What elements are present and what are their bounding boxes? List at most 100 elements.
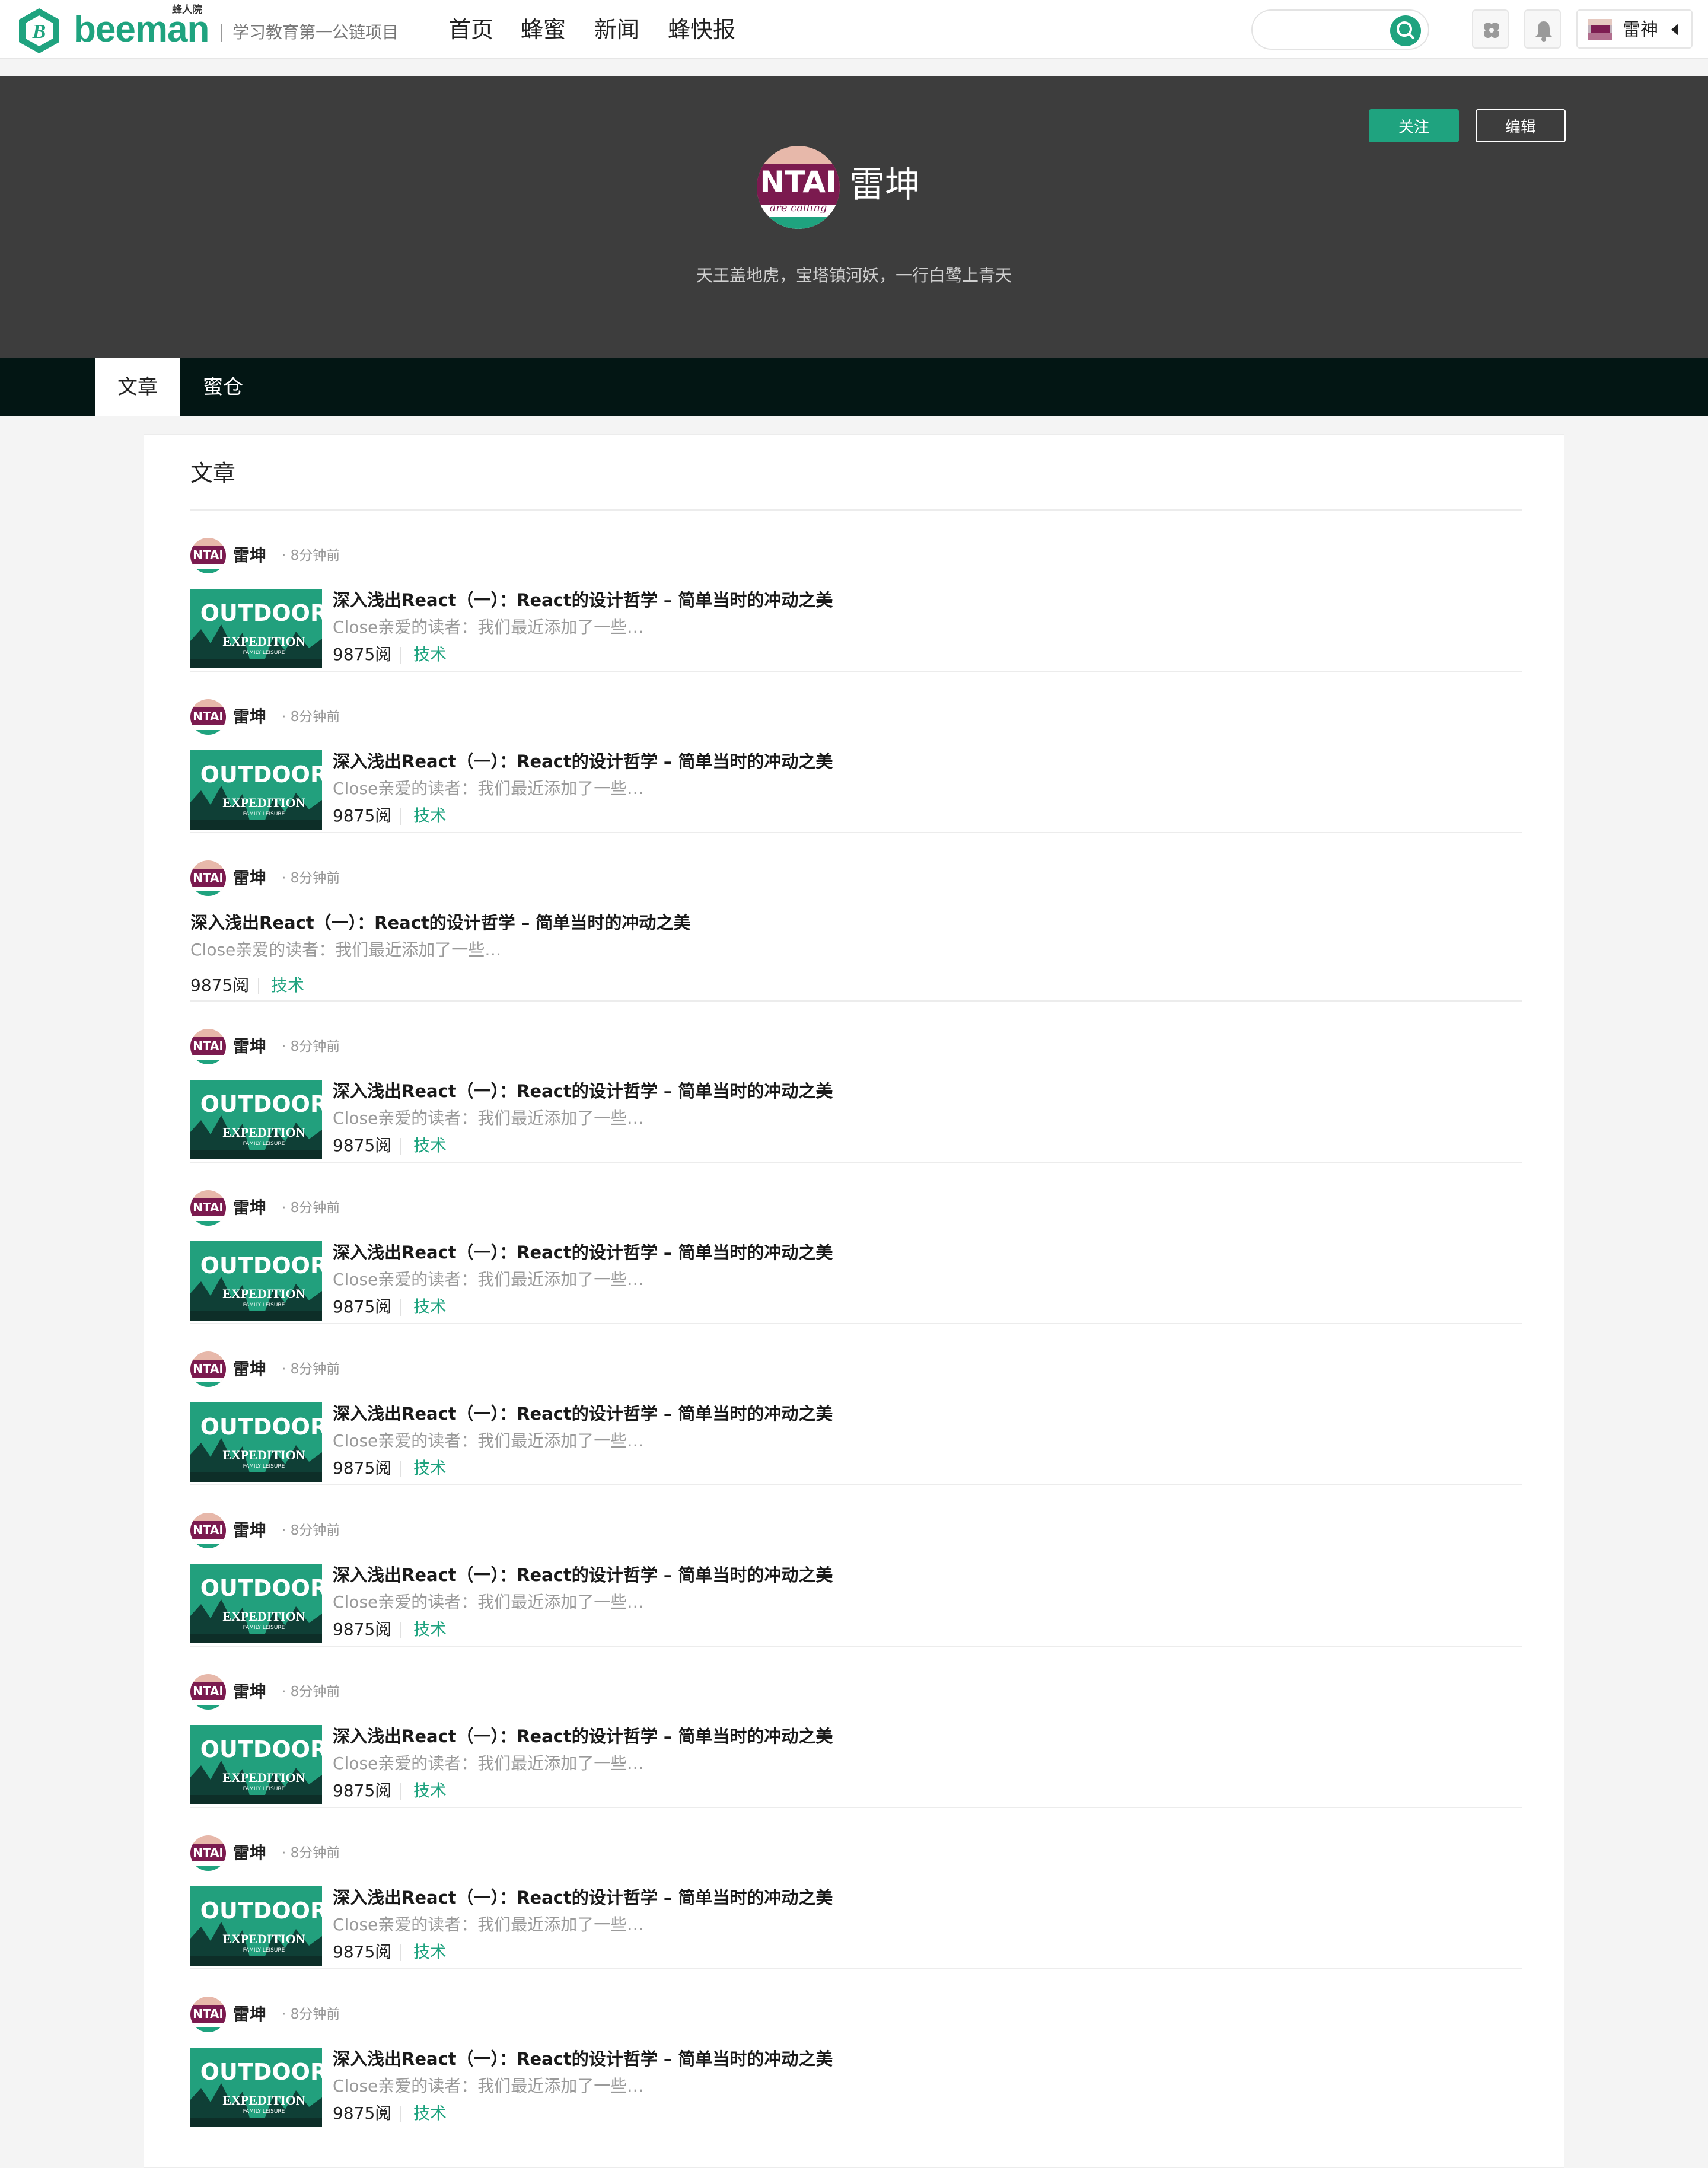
svg-text:OUTDOOR: OUTDOOR <box>200 1091 322 1117</box>
tab-articles[interactable]: 文章 <box>95 358 180 416</box>
author-avatar[interactable]: NTAI <box>190 1190 226 1226</box>
author-name[interactable]: 雷坤 <box>233 2004 266 2025</box>
author-name[interactable]: 雷坤 <box>233 706 266 728</box>
profile-tabbar: 文章 蜜仓 <box>0 358 1708 416</box>
svg-text:FAMILY LEISURE: FAMILY LEISURE <box>243 1141 285 1147</box>
article-item[interactable]: NTAI 雷坤 · 8分钟前 OUTDOOR EXPEDITION FAMILY… <box>190 1997 1522 2131</box>
svg-text:B: B <box>32 21 46 43</box>
post-time: · 8分钟前 <box>282 1684 340 1700</box>
author-avatar[interactable]: NTAI <box>190 538 226 573</box>
svg-text:EXPEDITION: EXPEDITION <box>222 634 305 649</box>
svg-text:FAMILY LEISURE: FAMILY LEISURE <box>243 650 285 656</box>
article-excerpt: Close亲爱的读者：我们最近添加了一些… <box>333 2076 644 2096</box>
nav-news[interactable]: 新闻 <box>594 15 639 44</box>
article-tag[interactable]: 技术 <box>413 1296 447 1318</box>
search-box <box>1251 9 1429 50</box>
article-title[interactable]: 深入浅出React（一）：React的设计哲学 – 简单当时的冲动之美 <box>333 1725 833 1748</box>
article-title[interactable]: 深入浅出React（一）：React的设计哲学 – 简单当时的冲动之美 <box>333 1080 833 1102</box>
svg-text:OUTDOOR: OUTDOOR <box>200 1898 322 1924</box>
author-name[interactable]: 雷坤 <box>233 1197 266 1219</box>
article-thumbnail[interactable]: OUTDOOR EXPEDITION FAMILY LEISURE <box>190 1402 322 1482</box>
search-icon <box>1397 21 1414 39</box>
read-count: 9875阅 <box>333 1136 392 1155</box>
article-excerpt: Close亲爱的读者：我们最近添加了一些… <box>333 1270 644 1289</box>
article-title[interactable]: 深入浅出React（一）：React的设计哲学 – 简单当时的冲动之美 <box>333 1402 833 1425</box>
author-name[interactable]: 雷坤 <box>233 868 266 889</box>
article-tag[interactable]: 技术 <box>413 805 447 827</box>
article-thumbnail[interactable]: OUTDOOR EXPEDITION FAMILY LEISURE <box>190 1564 322 1643</box>
article-tag[interactable]: 技术 <box>413 1457 447 1480</box>
article-item[interactable]: NTAI 雷坤 · 8分钟前 OUTDOOR EXPEDITION FAMILY… <box>190 1835 1522 1969</box>
nav-flash-news[interactable]: 蜂快报 <box>668 15 735 44</box>
article-excerpt: Close亲爱的读者：我们最近添加了一些… <box>333 1753 644 1773</box>
article-item[interactable]: NTAI 雷坤 · 8分钟前 OUTDOOR EXPEDITION FAMILY… <box>190 538 1522 672</box>
author-avatar[interactable]: NTAI <box>190 699 226 735</box>
tab-honey-store[interactable]: 蜜仓 <box>184 358 262 416</box>
nav-honey[interactable]: 蜂蜜 <box>521 15 566 44</box>
article-tag[interactable]: 技术 <box>413 643 447 666</box>
article-title[interactable]: 深入浅出React（一）：React的设计哲学 – 简单当时的冲动之美 <box>190 911 690 934</box>
article-tag[interactable]: 技术 <box>413 2102 447 2125</box>
author-avatar[interactable]: NTAI <box>190 1674 226 1710</box>
svg-text:OUTDOOR: OUTDOOR <box>200 761 322 788</box>
article-thumbnail[interactable]: OUTDOOR EXPEDITION FAMILY LEISURE <box>190 1080 322 1159</box>
author-name[interactable]: 雷坤 <box>233 1036 266 1057</box>
article-excerpt: Close亲爱的读者：我们最近添加了一些… <box>333 1108 644 1128</box>
article-thumbnail[interactable]: OUTDOOR EXPEDITION FAMILY LEISURE <box>190 1725 322 1804</box>
profile-avatar[interactable]: NTAI are calling <box>757 146 840 229</box>
author-avatar[interactable]: NTAI <box>190 1513 226 1548</box>
follow-button[interactable]: 关注 <box>1369 109 1459 142</box>
article-tag[interactable]: 技术 <box>271 974 304 997</box>
article-thumbnail[interactable]: OUTDOOR EXPEDITION FAMILY LEISURE <box>190 2048 322 2127</box>
article-title[interactable]: 深入浅出React（一）：React的设计哲学 – 简单当时的冲动之美 <box>333 589 833 611</box>
article-item[interactable]: NTAI 雷坤 · 8分钟前 OUTDOOR EXPEDITION FAMILY… <box>190 699 1522 833</box>
article-tag[interactable]: 技术 <box>413 1134 447 1157</box>
article-thumbnail[interactable]: OUTDOOR EXPEDITION FAMILY LEISURE <box>190 1241 322 1321</box>
svg-text:EXPEDITION: EXPEDITION <box>222 1770 305 1785</box>
post-time: · 8分钟前 <box>282 1845 340 1861</box>
search-button[interactable] <box>1390 15 1421 46</box>
article-item[interactable]: NTAI 雷坤 · 8分钟前 OUTDOOR EXPEDITION FAMILY… <box>190 1029 1522 1163</box>
post-time: · 8分钟前 <box>282 2007 340 2022</box>
meta-separator <box>400 808 401 825</box>
author-avatar[interactable]: NTAI <box>190 1997 226 2032</box>
logo-hexagon-icon[interactable]: B <box>15 6 63 56</box>
meta-separator <box>400 1783 401 1800</box>
article-title[interactable]: 深入浅出React（一）：React的设计哲学 – 简单当时的冲动之美 <box>333 1241 833 1264</box>
article-thumbnail[interactable]: OUTDOOR EXPEDITION FAMILY LEISURE <box>190 1886 322 1966</box>
author-avatar[interactable]: NTAI <box>190 1029 226 1064</box>
search-input[interactable] <box>1266 18 1384 42</box>
article-thumbnail[interactable]: OUTDOOR EXPEDITION FAMILY LEISURE <box>190 589 322 668</box>
article-header: NTAI 雷坤 · 8分钟前 <box>190 1190 665 1227</box>
svg-text:NTAI: NTAI <box>193 1039 224 1053</box>
article-tag[interactable]: 技术 <box>413 1618 447 1641</box>
author-avatar[interactable]: NTAI <box>190 1351 226 1387</box>
author-name[interactable]: 雷坤 <box>233 1842 266 1864</box>
apps-button[interactable] <box>1472 9 1509 49</box>
article-tag[interactable]: 技术 <box>413 1941 447 1963</box>
user-menu-button[interactable]: 雷神 <box>1576 9 1693 49</box>
edit-button[interactable]: 编辑 <box>1476 109 1566 142</box>
svg-text:FAMILY LEISURE: FAMILY LEISURE <box>243 1464 285 1469</box>
author-name[interactable]: 雷坤 <box>233 545 266 566</box>
author-name[interactable]: 雷坤 <box>233 1359 266 1380</box>
article-item[interactable]: NTAI 雷坤 · 8分钟前 OUTDOOR EXPEDITION FAMILY… <box>190 1190 1522 1324</box>
article-title[interactable]: 深入浅出React（一）：React的设计哲学 – 简单当时的冲动之美 <box>333 750 833 773</box>
article-tag[interactable]: 技术 <box>413 1780 447 1802</box>
article-item[interactable]: NTAI 雷坤 · 8分钟前 深入浅出React（一）：React的设计哲学 –… <box>190 860 1522 1003</box>
article-item[interactable]: NTAI 雷坤 · 8分钟前 OUTDOOR EXPEDITION FAMILY… <box>190 1513 1522 1647</box>
author-avatar[interactable]: NTAI <box>190 860 226 896</box>
author-name[interactable]: 雷坤 <box>233 1520 266 1541</box>
article-thumbnail[interactable]: OUTDOOR EXPEDITION FAMILY LEISURE <box>190 750 322 830</box>
notifications-button[interactable] <box>1524 9 1561 49</box>
logo-wordmark[interactable]: beeman <box>74 6 209 53</box>
svg-text:OUTDOOR: OUTDOOR <box>200 1414 322 1440</box>
article-item[interactable]: NTAI 雷坤 · 8分钟前 OUTDOOR EXPEDITION FAMILY… <box>190 1674 1522 1808</box>
author-avatar[interactable]: NTAI <box>190 1835 226 1871</box>
author-name[interactable]: 雷坤 <box>233 1681 266 1702</box>
nav-home[interactable]: 首页 <box>448 15 493 44</box>
article-title[interactable]: 深入浅出React（一）：React的设计哲学 – 简单当时的冲动之美 <box>333 1886 833 1909</box>
article-title[interactable]: 深入浅出React（一）：React的设计哲学 – 简单当时的冲动之美 <box>333 2048 833 2070</box>
article-item[interactable]: NTAI 雷坤 · 8分钟前 OUTDOOR EXPEDITION FAMILY… <box>190 1351 1522 1485</box>
article-title[interactable]: 深入浅出React（一）：React的设计哲学 – 简单当时的冲动之美 <box>333 1564 833 1586</box>
